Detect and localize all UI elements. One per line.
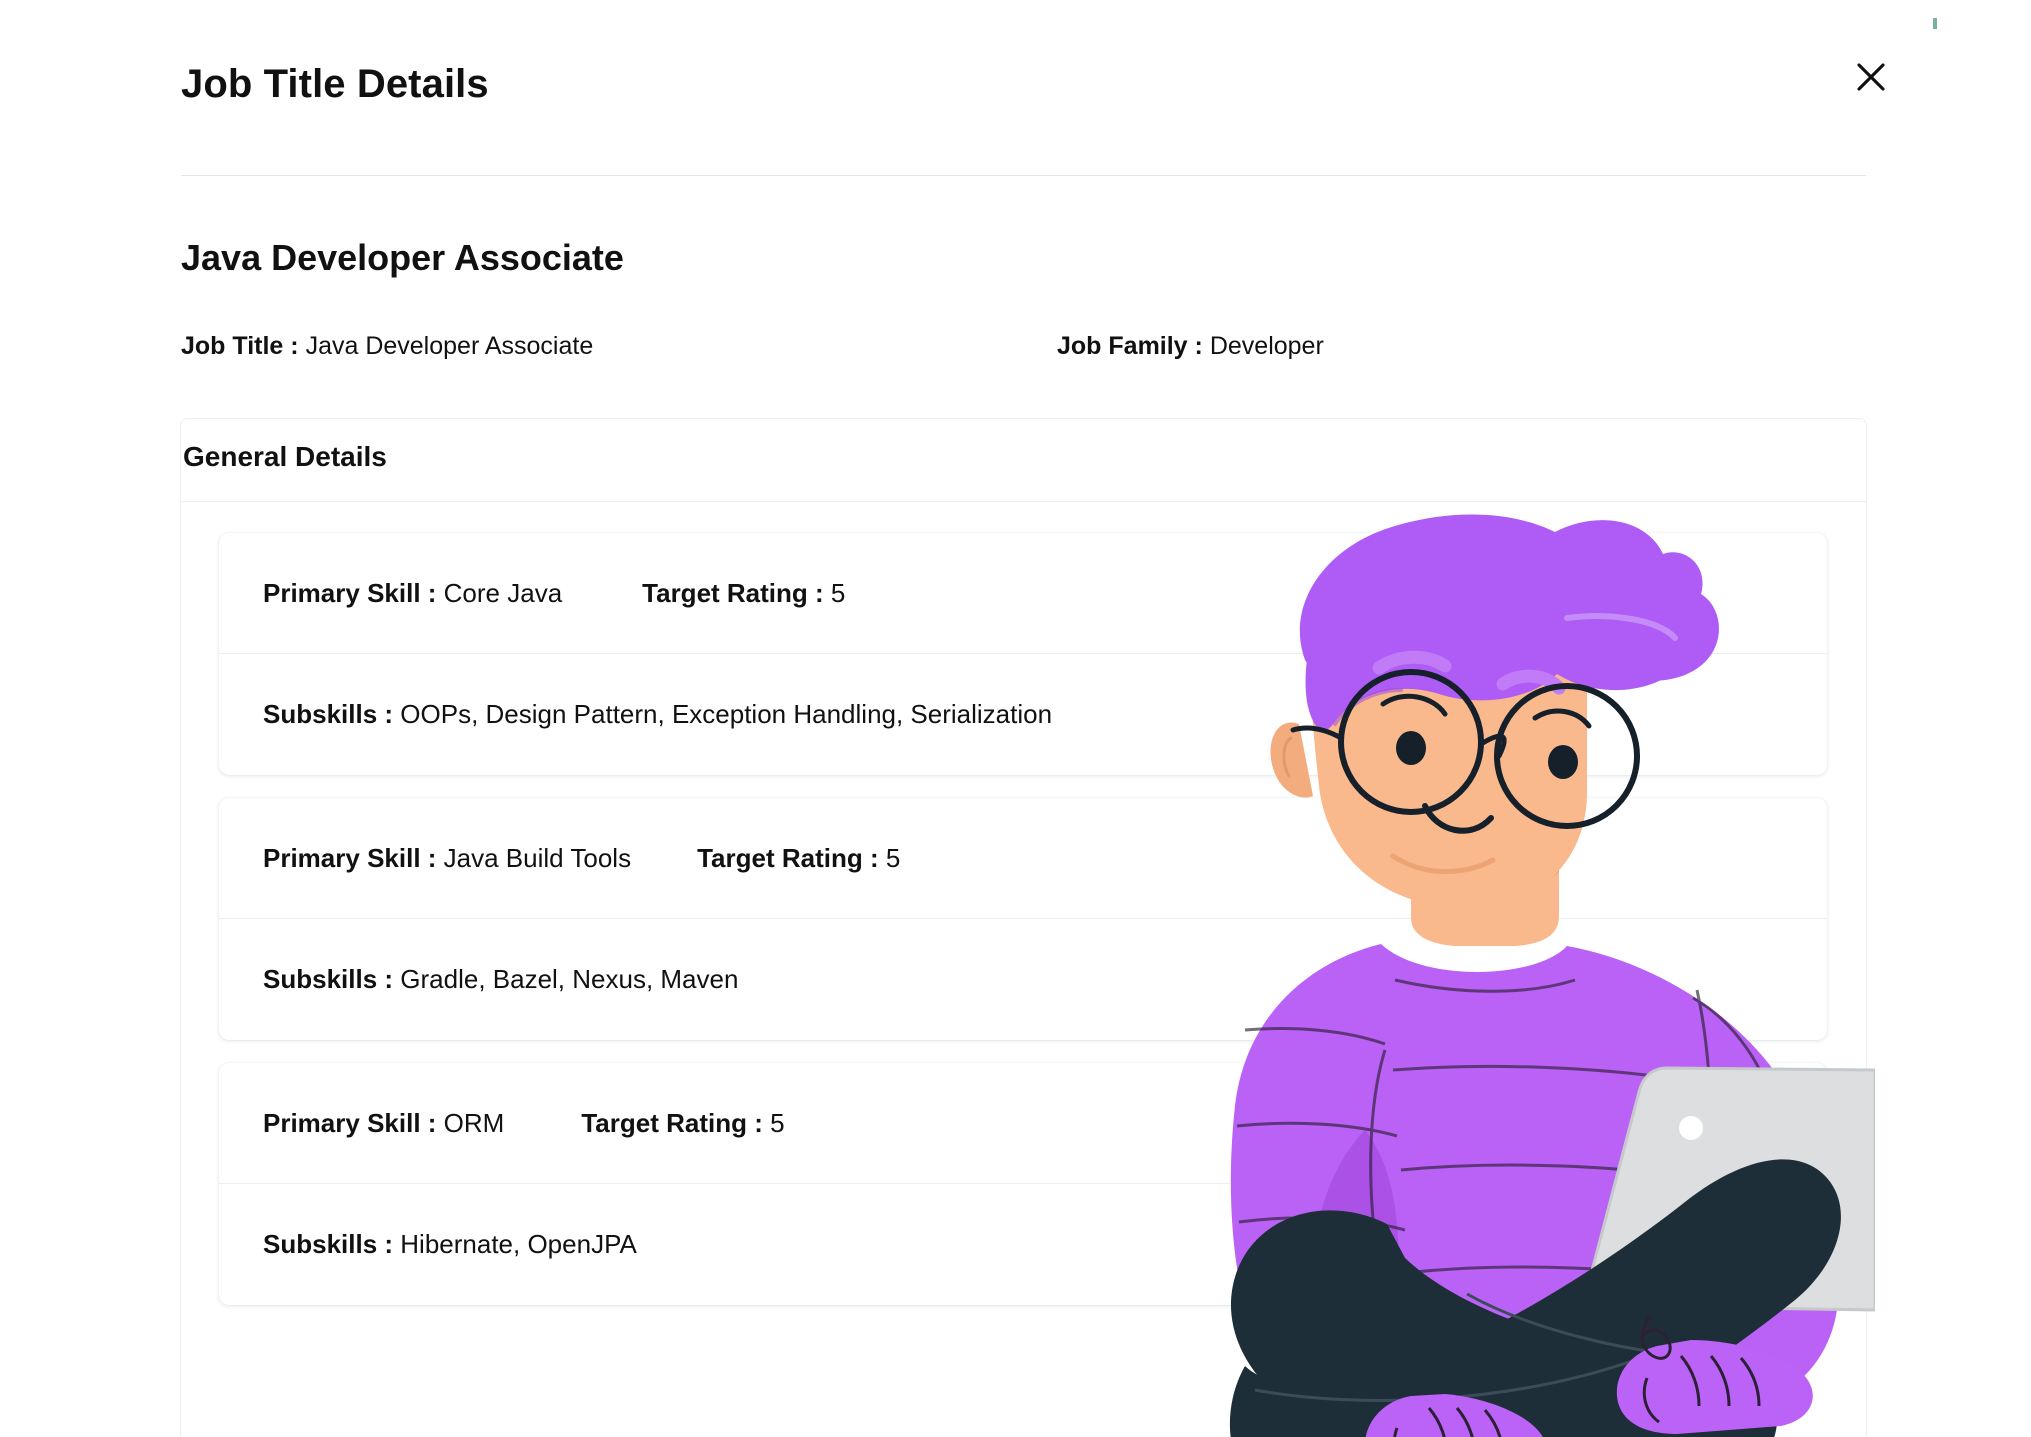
primary-skill-value: Java Build Tools [443,842,632,873]
subskills-field: Subskills : Hibernate, OpenJPA [263,1229,637,1260]
primary-skill-label: Primary Skill : [263,842,437,873]
skill-card-header-row: Primary Skill : Core Java Target Rating … [219,533,1827,654]
subskills-label: Subskills : [263,699,394,729]
job-family-field: Job Family : Developer [1057,332,1324,361]
primary-skill-value: ORM [443,1107,505,1138]
primary-skill-label: Primary Skill : [263,577,437,608]
page-title: Job Title Details [181,62,489,106]
close-button[interactable] [1851,57,1891,97]
modal-header: Job Title Details [0,0,2031,176]
job-family-value: Developer [1209,332,1324,360]
job-family-label: Job Family : [1057,332,1203,360]
subskills-value: Gradle, Bazel, Nexus, Maven [400,964,739,994]
primary-skill-field: Primary Skill : Java Build Tools [263,843,631,874]
job-meta-row: Job Title : Java Developer Associate Job… [181,332,1871,368]
subskills-value: OOPs, Design Pattern, Exception Handling… [400,699,1053,729]
target-rating-field: Target Rating : 5 [697,843,900,874]
primary-skill-label: Primary Skill : [263,1107,437,1138]
skill-card-subskills-row: Subskills : OOPs, Design Pattern, Except… [219,654,1827,775]
skill-card-subskills-row: Subskills : Gradle, Bazel, Nexus, Maven [219,919,1827,1040]
primary-skill-value: Core Java [443,577,563,608]
target-rating-value: 5 [830,577,846,608]
general-details-title: General Details [183,441,387,472]
job-title-heading: Java Developer Associate [181,237,624,278]
target-rating-field: Target Rating : 5 [642,578,845,609]
skill-card[interactable]: Primary Skill : ORM Target Rating : 5 Su… [219,1063,1827,1305]
primary-skill-field: Primary Skill : ORM [263,1108,504,1139]
subskills-field: Subskills : OOPs, Design Pattern, Except… [263,699,1052,730]
skill-card[interactable]: Primary Skill : Core Java Target Rating … [219,533,1827,775]
skill-card[interactable]: Primary Skill : Java Build Tools Target … [219,798,1827,1040]
skill-card-subskills-row: Subskills : Hibernate, OpenJPA [219,1184,1827,1305]
target-rating-label: Target Rating : [642,577,824,608]
subskills-field: Subskills : Gradle, Bazel, Nexus, Maven [263,964,738,995]
subskills-label: Subskills : [263,964,394,994]
subskills-label: Subskills : [263,1229,394,1259]
target-rating-label: Target Rating : [581,1107,763,1138]
header-divider [181,175,1866,176]
close-icon [1854,60,1888,94]
primary-skill-field: Primary Skill : Core Java [263,578,562,609]
target-rating-value: 5 [885,842,901,873]
target-rating-label: Target Rating : [697,842,879,873]
subskills-value: Hibernate, OpenJPA [400,1229,637,1259]
general-details-panel: General Details Primary Skill : Core Jav… [180,418,1867,1437]
skill-card-list: Primary Skill : Core Java Target Rating … [181,502,1866,1437]
job-title-field: Job Title : Java Developer Associate [181,332,593,361]
job-title-details-modal: Job Title Details Java Developer Associa… [0,0,2031,1437]
job-title-label: Job Title : [181,332,299,360]
skill-card-header-row: Primary Skill : Java Build Tools Target … [219,798,1827,919]
target-rating-field: Target Rating : 5 [581,1108,784,1139]
skill-card-header-row: Primary Skill : ORM Target Rating : 5 [219,1063,1827,1184]
job-title-value: Java Developer Associate [305,332,594,360]
target-rating-value: 5 [770,1107,785,1138]
